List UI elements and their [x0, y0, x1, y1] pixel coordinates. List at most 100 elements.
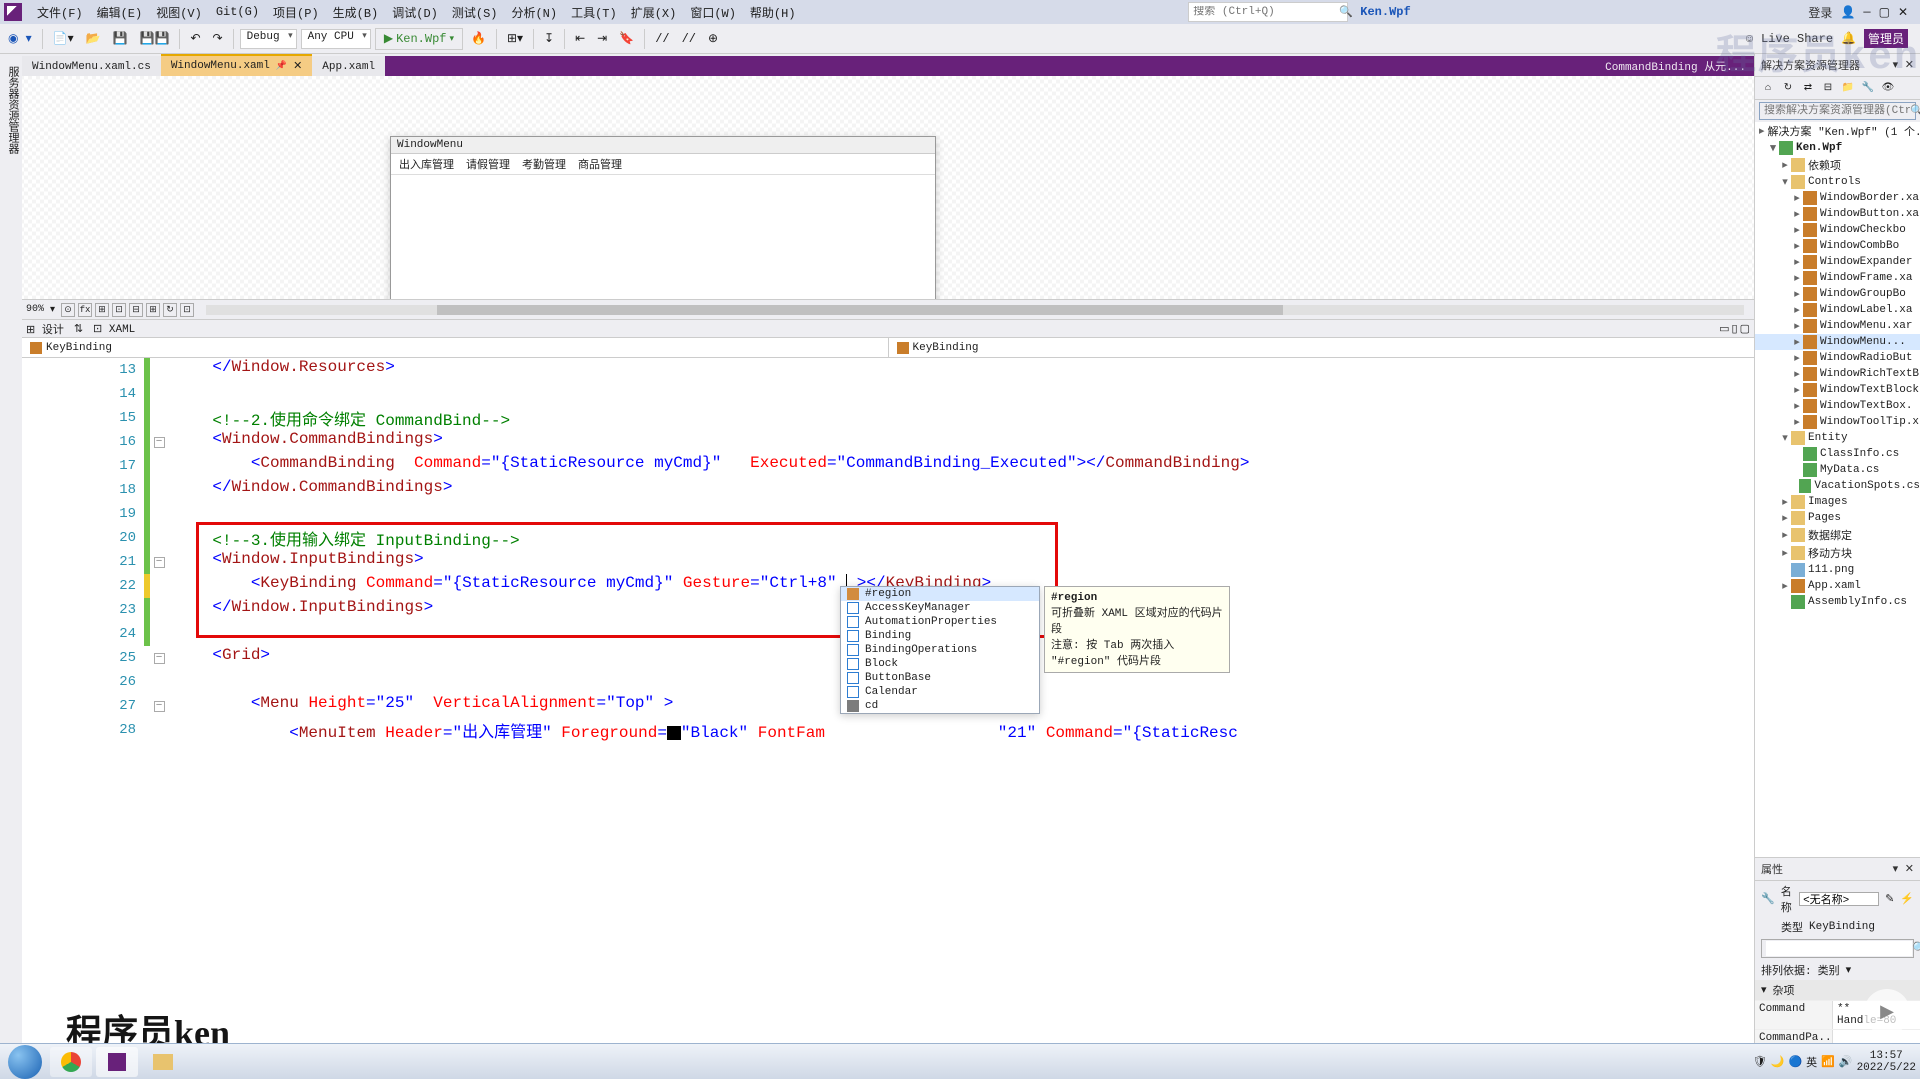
tn-control-file[interactable]: ▸WindowButton.xa	[1755, 206, 1920, 222]
start-debug-button[interactable]: ▶Ken.Wpf▾	[375, 28, 463, 50]
split-h-icon[interactable]: ▭	[1719, 322, 1729, 336]
is-item-2[interactable]: AutomationProperties	[841, 615, 1039, 629]
tn-control-file[interactable]: ▸WindowCheckbo	[1755, 222, 1920, 238]
pin-icon[interactable]: 📌	[276, 61, 287, 71]
pin-panel-icon[interactable]: ▾	[1893, 60, 1899, 72]
play-badge[interactable]: ▶	[1864, 989, 1910, 1035]
indent-more[interactable]: ⇥	[593, 29, 611, 48]
se-showall[interactable]: 📁	[1839, 79, 1857, 97]
tn-control-file[interactable]: ▸WindowCombBo	[1755, 238, 1920, 254]
sound-icon[interactable]: 🔊	[1839, 1055, 1853, 1069]
close-button[interactable]: ✕	[1898, 5, 1908, 20]
hscroll[interactable]	[206, 305, 1744, 315]
prop-search-input[interactable]	[1766, 941, 1912, 956]
tn-asm[interactable]: AssemblyInfo.cs	[1755, 594, 1920, 610]
split-v-icon[interactable]: ▯	[1732, 322, 1738, 336]
tn-appxaml[interactable]: ▸App.xaml	[1755, 578, 1920, 594]
tn-control-file[interactable]: ▸WindowBorder.xa	[1755, 190, 1920, 206]
mt-7[interactable]: ↻	[163, 303, 177, 317]
explorer-icon[interactable]	[142, 1047, 184, 1077]
is-item-6[interactable]: ButtonBase	[841, 671, 1039, 685]
tn-control-file[interactable]: ▸WindowTextBox.	[1755, 398, 1920, 414]
menu-file[interactable]: 文件(F)	[30, 0, 90, 24]
tn-proj[interactable]: ▾Ken.Wpf	[1755, 140, 1920, 156]
server-explorer-tab[interactable]: 服务器资源管理器	[2, 58, 22, 1061]
is-item-1[interactable]: AccessKeyManager	[841, 601, 1039, 615]
clock[interactable]: 13:572022/5/22	[1857, 1050, 1916, 1074]
mt-8[interactable]: ⊡	[180, 303, 194, 317]
tn-control-file[interactable]: ▸WindowToolTip.x	[1755, 414, 1920, 430]
menu-build[interactable]: 生成(B)	[326, 0, 386, 24]
ime-icon[interactable]: 英	[1806, 1054, 1817, 1070]
minimize-button[interactable]: —	[1863, 5, 1870, 19]
is-item-8[interactable]: cd	[841, 699, 1039, 713]
swap-view-button[interactable]: ⇅	[74, 322, 83, 336]
chrome-icon[interactable]	[50, 1047, 92, 1077]
menu-edit[interactable]: 编辑(E)	[90, 0, 150, 24]
se-sync[interactable]: ⇄	[1799, 79, 1817, 97]
tn-mobile[interactable]: ▸移动方块	[1755, 544, 1920, 562]
tb-more[interactable]: ⊕	[704, 29, 722, 48]
vs-taskbar-icon[interactable]	[96, 1047, 138, 1077]
se-props[interactable]: 🔧	[1859, 79, 1877, 97]
save-button[interactable]: 💾	[109, 29, 132, 48]
start-button[interactable]	[4, 1047, 46, 1077]
undo-button[interactable]: ↶	[186, 29, 204, 48]
notification-icon[interactable]: 🔔	[1841, 31, 1856, 46]
user-icon[interactable]: 👤	[1840, 5, 1855, 20]
menu-test[interactable]: 测试(S)	[445, 0, 505, 24]
tn-control-file[interactable]: ▸WindowTextBlock	[1755, 382, 1920, 398]
tray-icon[interactable]: 🛡	[1753, 1055, 1767, 1069]
mt-2[interactable]: fx	[78, 303, 92, 317]
mt-3[interactable]: ⊞	[95, 303, 109, 317]
is-item-0[interactable]: #region	[841, 587, 1039, 601]
edit-icon[interactable]: ✎	[1885, 892, 1894, 906]
lightning-icon[interactable]: ⚡	[1900, 892, 1914, 906]
solution-name[interactable]: Ken.Wpf	[1360, 5, 1410, 19]
back-button[interactable]: ◉ ▾	[4, 29, 36, 48]
se-preview[interactable]: 👁	[1879, 79, 1897, 97]
tn-control-file[interactable]: ▸WindowGroupBo	[1755, 286, 1920, 302]
menu-window[interactable]: 窗口(W)	[683, 0, 743, 24]
tn-111png[interactable]: 111.png	[1755, 562, 1920, 578]
step-button[interactable]: ↧	[540, 29, 558, 48]
menu-git[interactable]: Git(G)	[209, 0, 266, 24]
uncomment-button[interactable]: //	[678, 30, 700, 48]
prop-name-input[interactable]	[1799, 892, 1879, 906]
tn-control-file[interactable]: ▸WindowMenu.xar	[1755, 318, 1920, 334]
tn-control-file[interactable]: ▸WindowMenu...	[1755, 334, 1920, 350]
is-item-5[interactable]: Block	[841, 657, 1039, 671]
quick-search-input[interactable]	[1193, 6, 1339, 18]
menu-extensions[interactable]: 扩展(X)	[624, 0, 684, 24]
tn-entity-file[interactable]: MyData.cs	[1755, 462, 1920, 478]
mt-6[interactable]: ⊞	[146, 303, 160, 317]
solution-config-combo[interactable]: Debug	[240, 29, 297, 49]
tab-1[interactable]: WindowMenu.xaml📌✕	[161, 54, 312, 76]
se-search-input[interactable]	[1764, 104, 1910, 118]
feedback-icon[interactable]: ☺	[1746, 32, 1753, 46]
toolbox-tab[interactable]: 工具箱	[0, 58, 2, 1061]
menu-view[interactable]: 视图(V)	[149, 0, 209, 24]
new-button[interactable]: 📄▾	[49, 29, 78, 48]
is-item-3[interactable]: Binding	[841, 629, 1039, 643]
tn-entity-file[interactable]: ClassInfo.cs	[1755, 446, 1920, 462]
system-tray[interactable]: 🛡 🌙 🔵 英 📶 🔊 13:572022/5/22	[1753, 1050, 1916, 1074]
tab-0[interactable]: WindowMenu.xaml.cs	[22, 56, 161, 76]
tn-control-file[interactable]: ▸WindowRadioBut	[1755, 350, 1920, 366]
indent-less[interactable]: ⇤	[571, 29, 589, 48]
tn-entity[interactable]: ▾Entity	[1755, 430, 1920, 446]
mt-5[interactable]: ⊟	[129, 303, 143, 317]
nav-right[interactable]: KeyBinding	[888, 338, 1755, 357]
save-all-button[interactable]: 💾💾	[136, 29, 174, 48]
tab-2[interactable]: App.xaml	[312, 56, 385, 76]
tray-icon[interactable]: 🌙	[1771, 1055, 1785, 1069]
design-view-tab[interactable]: ⊞ 设计	[26, 321, 64, 337]
zoom-level[interactable]: 90%	[26, 304, 44, 315]
solution-platform-combo[interactable]: Any CPU	[301, 29, 371, 49]
window-preview[interactable]: WindowMenu 出入库管理 请假管理 考勤管理 商品管理	[390, 136, 936, 300]
is-item-7[interactable]: Calendar	[841, 685, 1039, 699]
maximize-button[interactable]: ▢	[1879, 5, 1890, 20]
se-search[interactable]: 🔍	[1759, 102, 1916, 120]
pin-icon[interactable]: ▾	[1893, 864, 1899, 876]
bookmark[interactable]: 🔖	[615, 29, 638, 48]
